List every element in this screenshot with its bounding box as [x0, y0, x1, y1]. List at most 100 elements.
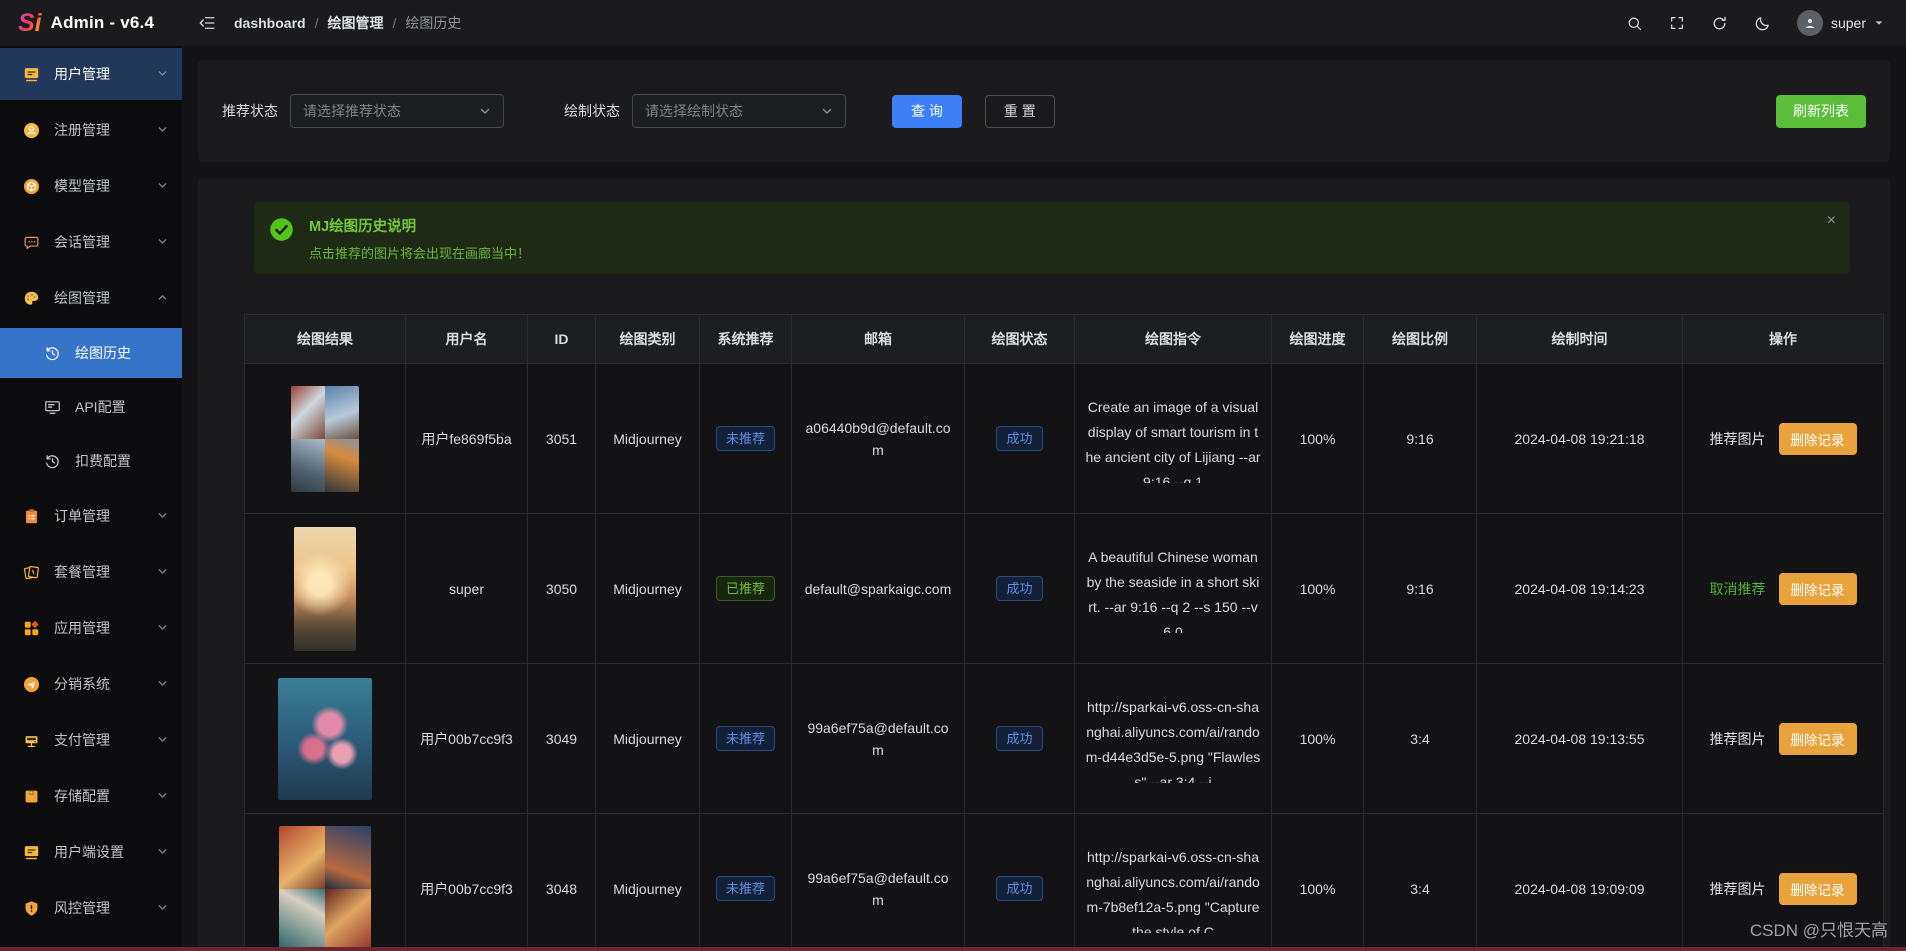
recommend-image-button[interactable]: 推荐图片	[1710, 728, 1766, 750]
result-thumbnail[interactable]	[294, 526, 356, 651]
cell-time: 2024-04-08 19:21:18	[1477, 364, 1683, 513]
storage-config-icon	[21, 787, 41, 806]
cell-time: 2024-04-08 19:14:23	[1477, 514, 1683, 663]
chevron-down-icon	[157, 676, 168, 692]
result-thumbnail[interactable]	[291, 385, 359, 492]
sidebar-subitem-drawing-history[interactable]: 绘图历史	[0, 328, 182, 378]
sidebar-item-drawing-management[interactable]: 绘图管理	[0, 272, 182, 324]
cell-actions: 推荐图片 删除记录	[1683, 664, 1884, 813]
result-thumbnail[interactable]	[278, 677, 372, 800]
watermark: CSDN @只恨天高	[1749, 921, 1888, 940]
cell-id: 3049	[528, 664, 596, 813]
avatar	[1796, 10, 1823, 36]
breadcrumb: dashboard / 绘图管理 / 绘图历史	[234, 13, 461, 33]
query-button[interactable]: 查 询	[892, 94, 962, 128]
delete-record-button[interactable]: 删除记录	[1778, 422, 1857, 455]
drawing-management-icon	[21, 289, 41, 308]
breadcrumb-dashboard[interactable]: dashboard	[234, 15, 306, 31]
column-header: 用户名	[406, 315, 528, 363]
cell-recommend: 未推荐	[700, 814, 792, 951]
table-row: 用户00b7cc9f3 3048 Midjourney 未推荐 99a6ef75a@de…	[244, 814, 1884, 951]
draw-status-tag: 成功	[996, 876, 1043, 901]
cell-ratio: 9:16	[1364, 514, 1477, 663]
sidebar-subitem-billing-config[interactable]: 扣费配置	[0, 436, 182, 486]
fullscreen-icon[interactable]	[1669, 15, 1685, 31]
session-management-icon	[21, 233, 41, 252]
chevron-down-icon	[157, 508, 168, 524]
recommend-status-tag: 未推荐	[715, 426, 775, 451]
sidebar-item-package-management[interactable]: 套餐管理	[0, 546, 182, 598]
delete-record-button[interactable]: 删除记录	[1778, 722, 1857, 755]
column-header: 绘图类别	[596, 315, 700, 363]
sidebar-item-label: 会话管理	[54, 234, 110, 250]
user-name: super	[1830, 15, 1866, 31]
table-row: 用户00b7cc9f3 3049 Midjourney 未推荐 99a6ef75a@de…	[244, 664, 1884, 814]
row-actions: 推荐图片 删除记录	[1710, 422, 1857, 455]
sidebar-item-label: 模型管理	[54, 178, 110, 194]
prompt-text: http://sparkai-v6.oss-cn-shanghai.aliyun…	[1086, 848, 1260, 933]
chevron-down-icon	[157, 844, 168, 860]
column-header: 绘图进度	[1272, 315, 1364, 363]
column-header: 绘制时间	[1477, 315, 1683, 363]
sidebar-item-model-management[interactable]: 模型管理	[0, 160, 182, 212]
breadcrumb-drawing-management[interactable]: 绘图管理	[327, 13, 383, 33]
cell-recommend: 已推荐	[700, 514, 792, 663]
cell-category: Midjourney	[596, 664, 700, 813]
reset-button[interactable]: 重 置	[984, 94, 1055, 128]
column-header: ID	[528, 315, 596, 363]
sidebar-item-register-management[interactable]: 注册管理	[0, 104, 182, 156]
cell-email: 99a6ef75a@default.com	[792, 664, 965, 813]
sidebar-item-risk-management[interactable]: 风控管理	[0, 882, 182, 934]
table-header-row: 绘图结果 用户名 ID 绘图类别 系统推荐 邮箱 绘图状态 绘图指令 绘图进度 绘图比例 绘制时间操…	[244, 315, 1884, 364]
dark-mode-moon-icon[interactable]	[1754, 15, 1771, 32]
prompt-text: Create an image of a visual display of s…	[1085, 398, 1261, 483]
sidebar-item-payment-management[interactable]: 支付管理	[0, 714, 182, 766]
row-actions: 推荐图片 删除记录	[1710, 872, 1857, 905]
cell-progress: 100%	[1272, 514, 1364, 663]
prompt-text: A beautiful Chinese woman by the seaside…	[1086, 548, 1260, 633]
cancel-recommend-button[interactable]: 取消推荐	[1710, 578, 1766, 600]
cell-email: 99a6ef75a@default.com	[792, 814, 965, 951]
cell-email: a06440b9d@default.com	[792, 364, 965, 513]
sidebar-item-client-settings[interactable]: 用户端设置	[0, 826, 182, 878]
recommend-status-select[interactable]: 请选择推荐状态	[290, 94, 504, 128]
close-icon[interactable]: ×	[1827, 212, 1836, 230]
payment-management-icon	[21, 731, 41, 750]
collapse-sidebar-icon[interactable]	[198, 14, 216, 32]
column-header: 绘图结果	[244, 315, 406, 363]
result-thumbnail[interactable]	[279, 825, 371, 951]
user-menu[interactable]: super	[1796, 10, 1884, 36]
recommend-image-button[interactable]: 推荐图片	[1710, 878, 1766, 900]
cell-progress: 100%	[1272, 814, 1364, 951]
sidebar-item-order-management[interactable]: 订单管理	[0, 490, 182, 542]
sidebar-item-session-management[interactable]: 会话管理	[0, 216, 182, 268]
cell-username: 用户00b7cc9f3	[406, 814, 528, 951]
drawing-history-table: 绘图结果 用户名 ID 绘图类别 系统推荐 邮箱 绘图状态 绘图指令 绘图进度 绘图比例 绘制时间操…	[244, 314, 1884, 951]
refresh-list-button[interactable]: 刷新列表	[1776, 94, 1866, 128]
refresh-icon[interactable]	[1711, 15, 1728, 32]
sidebar-item-user-management[interactable]: 用户管理	[0, 48, 182, 100]
recommend-image-button[interactable]: 推荐图片	[1710, 428, 1766, 450]
sidebar: 用户管理注册管理模型管理会话管理绘图管理 绘图历史 API配置 扣费配置 订单管理 套餐管…	[0, 46, 182, 951]
sidebar-item-label: 用户管理	[54, 66, 110, 82]
search-icon[interactable]	[1626, 15, 1643, 32]
sidebar-item-distribution-system[interactable]: 分销系统	[0, 658, 182, 710]
chevron-down-icon	[157, 564, 168, 580]
delete-record-button[interactable]: 删除记录	[1778, 872, 1857, 905]
column-header: 绘图指令	[1075, 315, 1272, 363]
sidebar-item-storage-config[interactable]: 存储配置	[0, 770, 182, 822]
sidebar-item-label: 用户端设置	[54, 844, 124, 860]
chevron-down-icon	[157, 900, 168, 916]
sidebar-subitem-api-config[interactable]: API配置	[0, 382, 182, 432]
chevron-down-icon	[157, 66, 168, 82]
table-card: MJ绘图历史说明 点击推荐的图片将会出现在画廊当中！ × 绘图结果 用户名 ID 绘图…	[198, 178, 1890, 951]
risk-management-icon	[21, 899, 41, 918]
draw-status-tag: 成功	[996, 726, 1043, 751]
delete-record-button[interactable]: 删除记录	[1778, 572, 1857, 605]
cell-time: 2024-04-08 19:09:09	[1477, 814, 1683, 951]
cell-recommend: 未推荐	[700, 664, 792, 813]
draw-status-select[interactable]: 请选择绘制状态	[632, 94, 846, 128]
row-actions: 取消推荐 删除记录	[1710, 572, 1857, 605]
chevron-down-icon	[157, 234, 168, 250]
sidebar-item-app-management[interactable]: 应用管理	[0, 602, 182, 654]
